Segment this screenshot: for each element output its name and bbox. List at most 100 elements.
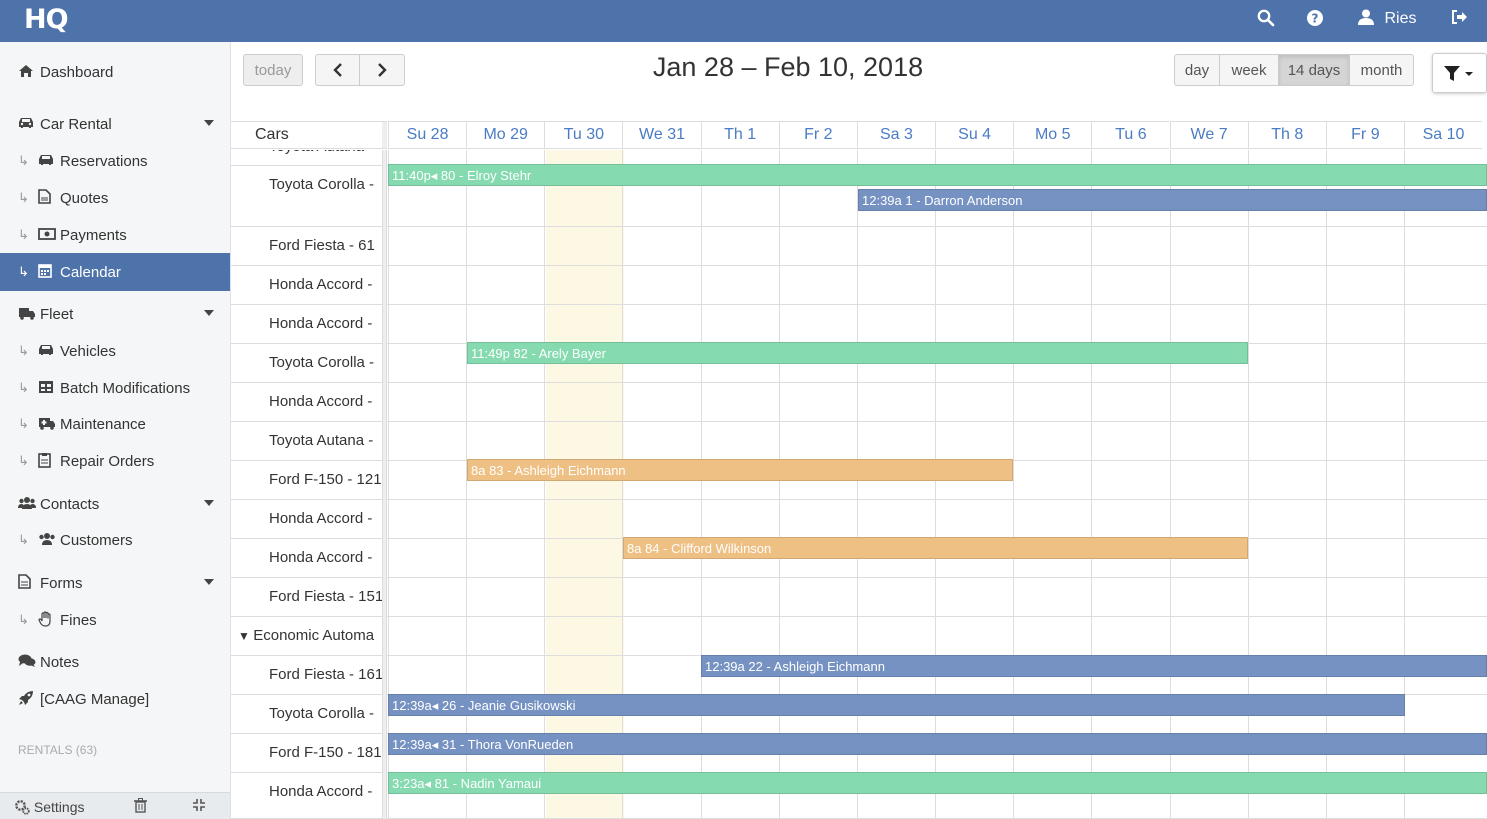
day-header[interactable]: Fr 2	[778, 121, 857, 149]
resource-label: Ford F-150 - 181	[231, 744, 382, 761]
users-icon	[18, 496, 40, 512]
resource-group-label[interactable]: ▼ Economic Automa	[231, 627, 382, 644]
resource-row: Ford Fiesta - 151	[231, 578, 1487, 617]
day-header[interactable]: Fr 9	[1325, 121, 1404, 149]
sidebar-item-car-rental[interactable]: Car Rental	[0, 106, 230, 142]
sidebar-item-batch-modifications[interactable]: ↳ Batch Modifications	[0, 370, 230, 406]
sidebar-item-label: Reservations	[60, 152, 148, 170]
help-icon[interactable]: ?	[1306, 9, 1324, 32]
sidebar-item-fleet[interactable]: Fleet	[0, 296, 230, 332]
reservation-event[interactable]: 12:39a◂ 26 - Jeanie Gusikowski	[388, 694, 1405, 716]
sidebar-item-label: Batch Modifications	[60, 379, 191, 397]
today-button[interactable]: today	[243, 54, 303, 86]
sidebar-item-dashboard[interactable]: Dashboard	[0, 54, 230, 90]
day-header[interactable]: We 7	[1169, 121, 1248, 149]
sidebar-item-customers[interactable]: ↳ Customers	[0, 522, 230, 558]
sidebar-item-label: Notes	[40, 653, 80, 671]
day-header[interactable]: Th 1	[700, 121, 779, 149]
view-month-button[interactable]: month	[1349, 54, 1414, 86]
reservation-event[interactable]: 12:39a 1 - Darron Anderson	[858, 189, 1487, 211]
reservation-event[interactable]: 8a 83 - Ashleigh Eichmann	[467, 459, 1013, 481]
sidebar-item-notes[interactable]: Notes	[0, 644, 230, 680]
resource-splitter[interactable]	[382, 150, 387, 819]
calendar-title: Jan 28 – Feb 10, 2018	[652, 52, 924, 82]
sidebar-item-forms[interactable]: Forms	[0, 565, 230, 601]
sidebar-item-vehicles[interactable]: ↳ Vehicles	[0, 333, 230, 369]
day-header[interactable]: Tu 30	[544, 121, 623, 149]
subitem-arrow-icon: ↳	[18, 153, 29, 168]
sidebar-item-label: Car Rental	[40, 115, 112, 133]
resource-label-text: Honda Accord -	[269, 549, 373, 566]
reservation-event[interactable]: 12:39a◂ 31 - Thora VonRueden	[388, 733, 1487, 755]
day-header[interactable]: Sa 3	[856, 121, 936, 149]
sidebar-item-label: Fines	[60, 611, 97, 629]
user-menu[interactable]: Ries	[1358, 9, 1416, 28]
calendar-icon	[38, 263, 60, 281]
trash-icon[interactable]	[134, 798, 147, 816]
day-header[interactable]: Su 4	[935, 121, 1014, 149]
document-icon	[38, 189, 60, 207]
settings-link[interactable]: Settings	[14, 799, 84, 815]
day-header[interactable]: Mo 5	[1013, 121, 1092, 149]
day-header[interactable]: Su 28	[388, 121, 467, 149]
day-header[interactable]: Th 8	[1247, 121, 1326, 149]
sidebar-item-maintenance[interactable]: ↳ Maintenance	[0, 406, 230, 442]
sidebar: Dashboard Car Rental ↳ Reservations ↳ Qu…	[0, 42, 231, 819]
day-header[interactable]: Sa 10	[1403, 121, 1483, 149]
sidebar-item-label: Dashboard	[40, 63, 114, 81]
compress-icon[interactable]	[192, 798, 206, 815]
sidebar-item-label: Fleet	[40, 305, 74, 323]
sidebar-item-label: Quotes	[60, 189, 109, 207]
resource-label-text: Toyota Corolla -	[269, 705, 375, 722]
logout-icon[interactable]	[1451, 9, 1468, 30]
reservation-event[interactable]: 12:39a 22 - Ashleigh Eichmann	[701, 655, 1487, 677]
resource-label-text: Ford Fiesta - 161	[269, 666, 382, 683]
sidebar-item-contacts[interactable]: Contacts	[0, 486, 230, 522]
calendar-timeline: Cars Su 28 Mo 29 Tu 30 We 31 Th 1 Fr 2 Sa 3 Su …	[231, 121, 1487, 819]
resource-label-text: Honda Accord -	[269, 510, 373, 527]
resource-group-row: ▼ Economic Automa	[231, 617, 1487, 656]
sidebar-item-payments[interactable]: ↳ Payments	[0, 217, 230, 253]
view-day-button[interactable]: day	[1174, 54, 1220, 86]
resource-label-text: Ford Fiesta - 61	[269, 237, 375, 254]
header-splitter	[382, 121, 387, 149]
sidebar-item-quotes[interactable]: ↳ Quotes	[0, 180, 230, 216]
filter-icon	[1444, 66, 1473, 81]
sidebar-item-repair-orders[interactable]: ↳ Repair Orders	[0, 443, 230, 479]
comments-icon	[18, 653, 40, 671]
resource-label-text: Toyota Autana -	[269, 432, 374, 449]
resource-row: Honda Accord -	[231, 500, 1487, 539]
next-button[interactable]	[359, 54, 405, 86]
resource-label-text: Economic Automa	[253, 627, 375, 644]
hand-icon	[38, 610, 60, 630]
view-14-days-button[interactable]: 14 days	[1278, 54, 1350, 86]
sidebar-item-caag-manage[interactable]: [CAAG Manage]	[0, 681, 230, 717]
filter-button[interactable]	[1432, 53, 1487, 93]
resource-label-text: Ford F-150 - 121	[269, 471, 382, 488]
app-logo[interactable]: HQ	[24, 4, 69, 35]
reservation-event[interactable]: 8a 84 - Clifford Wilkinson	[623, 537, 1248, 559]
collapse-triangle-icon[interactable]: ▼	[238, 629, 253, 643]
sidebar-item-reservations[interactable]: ↳ Reservations	[0, 143, 230, 179]
top-bar: HQ ? Ries	[0, 0, 1487, 42]
day-header[interactable]: We 31	[622, 121, 701, 149]
subitem-arrow-icon: ↳	[18, 380, 29, 395]
subitem-arrow-icon: ↳	[18, 612, 29, 627]
reservation-event[interactable]: 11:40p◂ 80 - Elroy Stehr	[388, 164, 1487, 186]
search-icon[interactable]	[1257, 9, 1275, 32]
resource-label-text: Honda Accord -	[269, 783, 373, 800]
resource-label: Ford Fiesta - 151	[231, 588, 382, 605]
resource-label: Toyota Corolla -	[231, 176, 382, 193]
caret-down-icon	[204, 310, 214, 316]
reservation-event[interactable]: 3:23a◂ 81 - Nadin Yamaui	[388, 772, 1487, 794]
view-week-button[interactable]: week	[1219, 54, 1279, 86]
sidebar-item-label: Contacts	[40, 495, 100, 513]
sidebar-item-fines[interactable]: ↳ Fines	[0, 602, 230, 638]
sidebar-item-calendar[interactable]: ↳ Calendar	[0, 253, 230, 291]
resource-header: Cars	[231, 121, 382, 149]
day-header[interactable]: Tu 6	[1091, 121, 1170, 149]
resource-label-text: Honda Accord -	[269, 276, 373, 293]
prev-button[interactable]	[315, 54, 360, 86]
reservation-event[interactable]: 11:49p 82 - Arely Bayer	[467, 342, 1248, 364]
day-header[interactable]: Mo 29	[466, 121, 545, 149]
